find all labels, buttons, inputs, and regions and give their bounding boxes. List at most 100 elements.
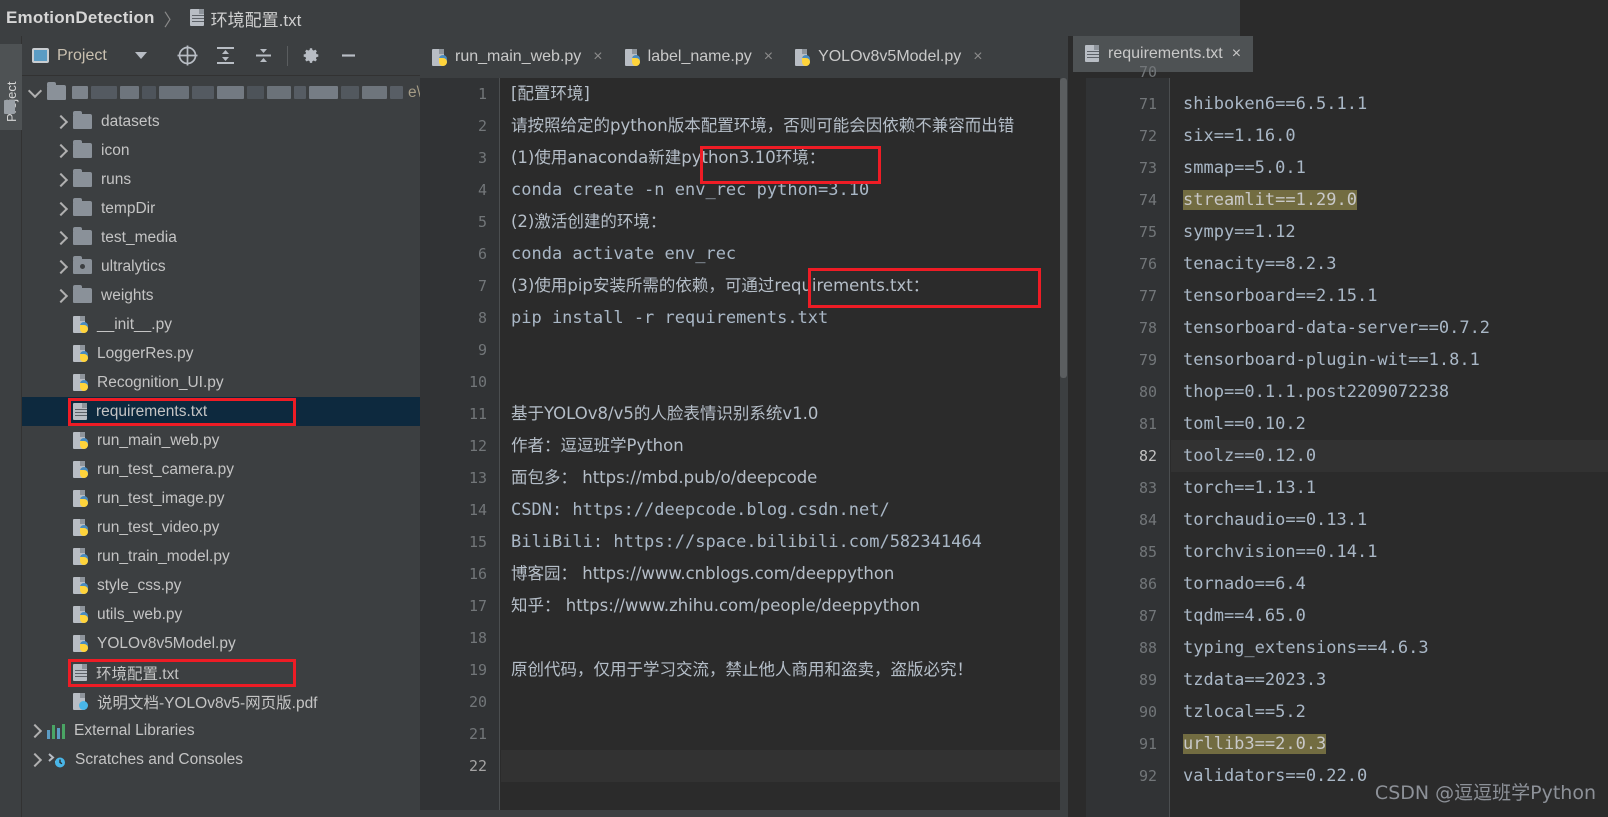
tree-item-runs[interactable]: runs — [22, 165, 420, 194]
tree-root-row[interactable]: e\YOLO — [22, 78, 464, 107]
close-icon[interactable]: × — [1232, 45, 1241, 63]
project-window-icon — [4, 100, 15, 114]
folder-icon — [73, 198, 92, 216]
close-icon[interactable]: × — [593, 48, 602, 66]
code-line: 面包多： https://mbd.pub/o/deepcode — [511, 468, 818, 487]
code-line: 原创代码，仅用于学习交流，禁止他人商用和盗卖，盗版必究！ — [511, 660, 973, 679]
line-number: 21 — [468, 725, 487, 743]
tree-item-label: ultralytics — [101, 257, 166, 275]
tree-item-yolov8v5model-py[interactable]: YOLOv8v5Model.py — [22, 629, 420, 658]
line-number: 4 — [477, 181, 487, 199]
tab-label_name-py[interactable]: label_name.py × — [613, 36, 783, 78]
python-file-icon — [73, 606, 88, 623]
txt-file-icon — [73, 664, 87, 681]
tree-item-run-test-video-py[interactable]: run_test_video.py — [22, 513, 420, 542]
line-number: 5 — [477, 213, 487, 231]
tree-item-loggerres-py[interactable]: LoggerRes.py — [22, 339, 420, 368]
tree-item-txt[interactable]: 环境配置.txt — [22, 658, 420, 687]
chevron-right-icon[interactable] — [53, 114, 69, 129]
tree-item-label: 说明文档-YOLOv8v5-网页版.pdf — [97, 694, 318, 712]
project-view-icon — [32, 48, 49, 63]
python-file-icon — [73, 345, 88, 362]
editor-left-code[interactable]: [配置环境] 请按照给定的python版本配置环境，否则可能会因依赖不兼容而出错 (… — [501, 78, 1060, 817]
collapse-all-icon[interactable] — [245, 40, 283, 72]
code-line: 知乎： https://www.zhihu.com/people/deeppyt… — [511, 596, 921, 615]
locate-icon[interactable] — [169, 40, 207, 72]
breadcrumb-project[interactable]: EmotionDetection — [6, 8, 155, 28]
line-number: 22 — [468, 757, 487, 775]
tree-item-external-libraries[interactable]: External Libraries — [22, 716, 420, 745]
editor-left-scrollbar[interactable] — [1060, 78, 1067, 817]
tab-label: run_main_web.py — [455, 48, 582, 65]
line-number-right: 78 — [1138, 319, 1157, 337]
search-highlight: streamlit==1.29.0 — [1183, 190, 1357, 210]
line-number-right: 85 — [1138, 543, 1157, 561]
code-line-right: seaborn==0.12.2 — [1171, 78, 1608, 88]
code-line-right: tornado==6.4 — [1183, 574, 1306, 594]
tree-item-scratches-and-consoles[interactable]: Scratches and Consoles — [22, 745, 420, 774]
code-line: CSDN: https://deepcode.blog.csdn.net/ — [511, 500, 890, 520]
pdf-file-icon — [73, 693, 88, 710]
code-line-right: shiboken6==6.5.1.1 — [1183, 94, 1368, 114]
tree-item-yolov8v5-pdf[interactable]: 说明文档-YOLOv8v5-网页版.pdf — [22, 687, 420, 716]
tree-item-style-css-py[interactable]: style_css.py — [22, 571, 420, 600]
chevron-right-icon[interactable] — [53, 259, 69, 274]
tree-item-label: run_test_video.py — [97, 518, 220, 536]
breadcrumb-separator-icon: 〉 — [163, 10, 181, 30]
code-line-right: torchvision==0.14.1 — [1183, 542, 1378, 562]
line-number: 12 — [468, 437, 487, 455]
tree-item-icon[interactable]: icon — [22, 136, 420, 165]
chevron-right-icon[interactable] — [53, 172, 69, 187]
chevron-right-icon[interactable] — [53, 143, 69, 158]
chevron-right-icon[interactable] — [53, 201, 69, 216]
tree-item-recognition-ui-py[interactable]: Recognition_UI.py — [22, 368, 420, 397]
line-number: 7 — [477, 277, 487, 295]
project-view-selector[interactable]: Project — [32, 47, 147, 65]
line-number-right: 73 — [1138, 159, 1157, 177]
tree-item-utils-web-py[interactable]: utils_web.py — [22, 600, 420, 629]
chevron-right-icon[interactable] — [53, 230, 69, 245]
settings-gear-icon[interactable] — [292, 40, 330, 72]
python-file-icon — [432, 48, 447, 66]
line-number-right: 82 — [1138, 447, 1157, 465]
search-highlight: urllib3==2.0.3 — [1183, 734, 1327, 754]
tab-YOLOv8v5Model-py[interactable]: YOLOv8v5Model.py × — [783, 36, 993, 78]
editor-right-code[interactable]: seaborn==0.12.2 shiboken6==6.5.1.1 six==1.… — [1171, 78, 1608, 817]
hide-panel-icon[interactable] — [330, 40, 368, 72]
chevron-down-icon[interactable] — [134, 52, 147, 59]
close-icon[interactable]: × — [764, 48, 773, 66]
tree-item-label: icon — [101, 141, 130, 159]
tool-tab-project[interactable]: Project — [0, 44, 22, 130]
expand-all-icon[interactable] — [207, 40, 245, 72]
tree-item-run-test-image-py[interactable]: run_test_image.py — [22, 484, 420, 513]
line-number-right: 88 — [1138, 639, 1157, 657]
code-line: (1)使用anaconda新建python3.10环境： — [511, 148, 826, 167]
tree-item-test-media[interactable]: test_media — [22, 223, 420, 252]
code-line: pip install -r requirements.txt — [511, 308, 829, 328]
tree-item-run-test-camera-py[interactable]: run_test_camera.py — [22, 455, 420, 484]
breadcrumb-file[interactable]: 环境配置.txt — [211, 6, 302, 31]
tree-item-weights[interactable]: weights — [22, 281, 420, 310]
tree-item-datasets[interactable]: datasets — [22, 107, 420, 136]
code-line-right: six==1.16.0 — [1183, 126, 1296, 146]
chevron-expanded-icon[interactable] — [27, 83, 43, 98]
close-icon[interactable]: × — [973, 48, 982, 66]
chevron-right-icon[interactable] — [27, 752, 43, 767]
tree-rows-container: datasets icon runs tempDir test_mediaultraly… — [22, 107, 420, 774]
tree-item-run-train-model-py[interactable]: run_train_model.py — [22, 542, 420, 571]
tree-item-run-main-web-py[interactable]: run_main_web.py — [22, 426, 420, 455]
tree-item-requirements-txt[interactable]: requirements.txt — [22, 397, 420, 426]
tree-item-ultralytics[interactable]: ultralytics — [22, 252, 420, 281]
tree-item-label: weights — [101, 286, 154, 304]
tab-run_main_web-py[interactable]: run_main_web.py × — [420, 36, 613, 78]
code-line-right: tzdata==2023.3 — [1183, 670, 1327, 690]
tree-item-init-py[interactable]: __init__.py — [22, 310, 420, 339]
tree-item-tempdir[interactable]: tempDir — [22, 194, 420, 223]
line-number-right: 71 — [1138, 95, 1157, 113]
python-file-icon — [624, 48, 640, 66]
chevron-right-icon[interactable] — [53, 288, 69, 303]
chevron-right-icon[interactable] — [27, 723, 43, 738]
code-line: 博客园： https://www.cnblogs.com/deeppython — [511, 564, 895, 583]
scrollbar-thumb[interactable] — [1060, 78, 1067, 378]
